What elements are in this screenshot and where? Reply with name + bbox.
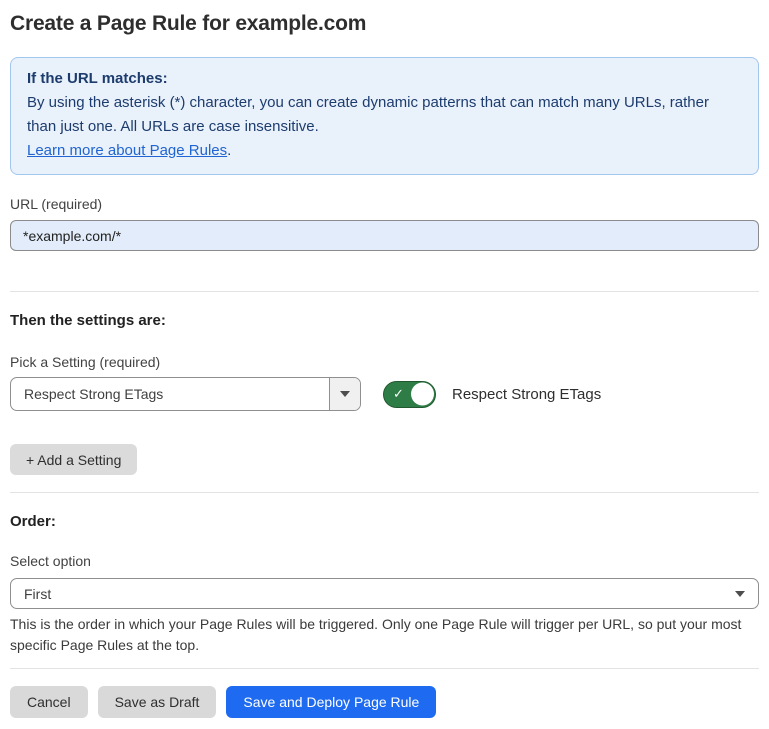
url-input[interactable] [10, 220, 759, 251]
toggle-knob [411, 383, 434, 406]
setting-select-value: Respect Strong ETags [11, 378, 329, 410]
order-select-label: Select option [10, 553, 759, 569]
check-icon: ✓ [393, 387, 404, 400]
order-section-heading: Order: [10, 513, 759, 530]
cancel-button[interactable]: Cancel [10, 686, 88, 718]
info-box-heading: If the URL matches: [27, 67, 742, 91]
add-setting-button[interactable]: + Add a Setting [10, 444, 137, 475]
link-period: . [227, 142, 231, 159]
settings-section-heading: Then the settings are: [10, 312, 759, 329]
footer-actions: Cancel Save as Draft Save and Deploy Pag… [10, 686, 759, 718]
chevron-down-icon [340, 391, 350, 397]
save-draft-button[interactable]: Save as Draft [98, 686, 217, 718]
create-page-rule-form: Create a Page Rule for example.com If th… [0, 11, 769, 718]
order-select-value: First [11, 586, 735, 602]
page-title: Create a Page Rule for example.com [10, 11, 759, 37]
chevron-down-icon [735, 591, 745, 597]
url-field-label: URL (required) [10, 196, 759, 212]
info-box-body: By using the asterisk (*) character, you… [27, 91, 742, 139]
setting-toggle-label: Respect Strong ETags [452, 386, 601, 403]
section-divider-url [10, 291, 759, 292]
setting-select[interactable]: Respect Strong ETags [10, 377, 361, 411]
setting-select-arrow-button[interactable] [329, 378, 360, 410]
setting-row: Respect Strong ETags ✓ Respect Strong ET… [10, 377, 759, 411]
pick-setting-label: Pick a Setting (required) [10, 354, 759, 370]
info-box-link-line: Learn more about Page Rules. [27, 139, 742, 163]
setting-toggle[interactable]: ✓ [383, 381, 436, 408]
url-matches-info-box: If the URL matches: By using the asteris… [10, 57, 759, 175]
save-deploy-button[interactable]: Save and Deploy Page Rule [226, 686, 436, 718]
order-help-text: This is the order in which your Page Rul… [10, 614, 759, 656]
order-select[interactable]: First [10, 578, 759, 609]
learn-more-link[interactable]: Learn more about Page Rules [27, 142, 227, 159]
section-divider-settings [10, 492, 759, 493]
footer-divider [10, 668, 759, 669]
